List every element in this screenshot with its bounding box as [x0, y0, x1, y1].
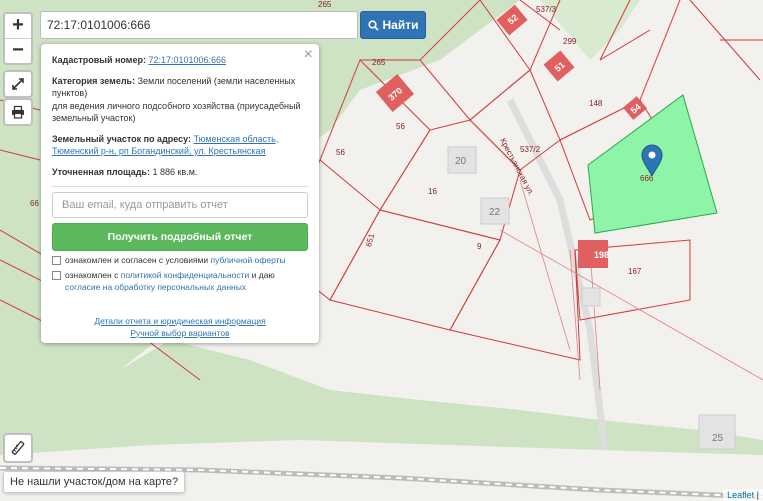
offer-consent: ознакомлен и согласен с условиями публич… — [52, 254, 308, 266]
printer-icon — [12, 105, 24, 119]
leaflet-link[interactable]: Leaflet — [727, 490, 754, 500]
plot-label: 66 — [30, 199, 39, 208]
zoom-in-button[interactable]: + — [5, 14, 31, 39]
plot-label: 537/3 — [536, 5, 557, 14]
ruler-icon — [11, 441, 25, 455]
print-button[interactable] — [3, 98, 33, 126]
zoom-out-button[interactable]: − — [5, 39, 31, 63]
cadastral-search-input[interactable] — [40, 11, 358, 39]
privacy-consent-and: и даю — [251, 270, 275, 280]
cadastral-link[interactable]: 72:17:0101006:666 — [148, 55, 226, 65]
address-row: Земельный участок по адресу: Тюменская о… — [52, 133, 308, 158]
search-button-label: Найти — [382, 18, 419, 32]
offer-link[interactable]: публичной оферты — [211, 255, 286, 265]
category-label: Категория земель: — [52, 75, 136, 86]
cadastral-row: Кадастровый номер: 72:17:0101006:666 — [52, 54, 308, 67]
map-attribution: Leaflet | — [723, 489, 763, 501]
plot-label: 265 — [318, 0, 332, 9]
plot-label: 537/2 — [520, 145, 541, 154]
privacy-consent: ознакомлен с политикой конфиденциальност… — [52, 269, 308, 293]
fullscreen-button[interactable] — [3, 70, 33, 98]
plot-label: 299 — [563, 37, 577, 46]
category-purpose: для ведения личного подсобного хозяйства… — [52, 100, 301, 124]
expand-icon — [12, 78, 24, 90]
area-value: 1 886 кв.м. — [152, 166, 198, 177]
attribution-separator: | — [756, 490, 759, 500]
get-report-button[interactable]: Получить подробный отчет — [52, 223, 308, 251]
cadastral-label: Кадастровый номер: — [52, 55, 146, 65]
house-label: 198 — [594, 250, 609, 260]
building-label: 25 — [712, 433, 724, 444]
measure-button[interactable] — [3, 433, 33, 463]
address-label: Земельный участок по адресу: — [52, 133, 192, 144]
plot-label: 167 — [628, 267, 642, 276]
privacy-consent-checkbox[interactable] — [52, 271, 61, 280]
personal-data-link[interactable]: согласие на обработку персональных данны… — [65, 282, 246, 292]
email-input[interactable] — [52, 192, 308, 218]
category-row: Категория земель: Земли поселений (земли… — [52, 75, 308, 125]
offer-consent-checkbox[interactable] — [52, 256, 61, 265]
popup-footer-links: Детали отчета и юридическая информация Р… — [52, 316, 308, 339]
plot-label: 9 — [477, 242, 482, 251]
plot-label: 148 — [589, 99, 603, 108]
plot-label: 265 — [372, 58, 386, 67]
privacy-policy-link[interactable]: политикой конфиденциальности — [121, 270, 250, 280]
manual-selection-link[interactable]: Ручной выбор вариантов — [130, 328, 229, 338]
search-icon — [367, 19, 379, 31]
plot-label: 16 — [428, 187, 437, 196]
area-row: Уточненная площадь: 1 886 кв.м. — [52, 166, 308, 179]
plot-label: 56 — [396, 122, 405, 131]
search-button[interactable]: Найти — [360, 11, 426, 39]
area-label: Уточненная площадь: — [52, 166, 150, 177]
plot-info-popup: × Кадастровый номер: 72:17:0101006:666 К… — [41, 44, 319, 343]
close-icon[interactable]: × — [304, 47, 313, 63]
not-found-button[interactable]: Не нашли участок/дом на карте? — [3, 471, 186, 493]
building-label: 22 — [489, 207, 501, 218]
offer-consent-text: ознакомлен и согласен с условиями — [65, 255, 209, 265]
report-details-link[interactable]: Детали отчета и юридическая информация — [94, 316, 265, 326]
plot-label: 56 — [336, 148, 345, 157]
divider — [52, 186, 308, 187]
building-label: 20 — [455, 156, 467, 167]
privacy-consent-text: ознакомлен с — [65, 270, 119, 280]
zoom-control: + − — [3, 12, 33, 65]
